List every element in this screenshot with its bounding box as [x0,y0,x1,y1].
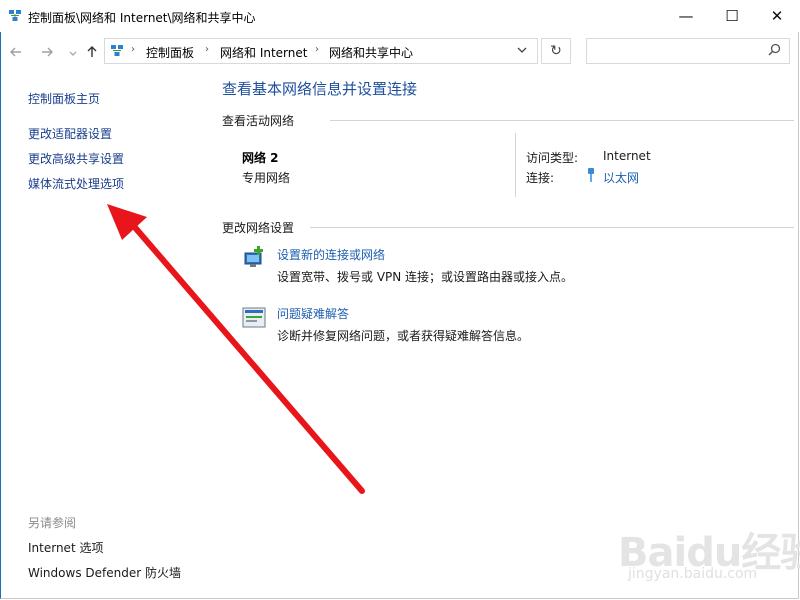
section-divider [310,227,794,228]
troubleshoot-description: 诊断并修复网络问题，或者获得疑难解答信息。 [277,329,530,343]
access-type-label: 访问类型: [526,151,579,165]
refresh-icon: ↻ [550,43,562,59]
breadcrumb-network-internet[interactable]: 网络和 Internet [220,44,307,61]
forward-button[interactable] [40,45,54,62]
watermark-url: jingyan.baidu.com [628,566,758,582]
arrow-left-icon [10,47,21,57]
sidebar-item-media-streaming[interactable]: 媒体流式处理选项 [28,175,124,192]
connection-label: 连接: [526,171,555,185]
access-type-value: Internet [603,149,651,163]
window-title: 控制面板\网络和 Internet\网络和共享中心 [28,11,256,25]
change-settings-heading: 更改网络设置 [222,221,295,235]
chevron-right-icon[interactable]: › [131,44,135,55]
maximize-button[interactable]: ☐ [709,0,755,32]
troubleshoot-icon [242,307,266,328]
chevron-right-icon[interactable]: › [315,44,319,55]
chevron-down-icon [517,47,527,53]
chevron-down-icon [69,51,77,56]
troubleshoot-link[interactable]: 问题疑难解答 [277,305,349,322]
close-button[interactable]: ✕ [754,0,800,32]
search-icon [768,43,781,60]
setup-connection-link[interactable]: 设置新的连接或网络 [277,246,385,263]
breadcrumb-control-panel[interactable]: 控制面板 [146,44,194,61]
address-dropdown-button[interactable] [517,44,527,57]
sidebar-item-advanced-sharing[interactable]: 更改高级共享设置 [28,150,124,167]
page-title: 查看基本网络信息并设置连接 [222,80,418,98]
sidebar-item-adapter-settings[interactable]: 更改适配器设置 [28,125,112,142]
vertical-divider [515,133,516,197]
title-bar[interactable]: 控制面板\网络和 Internet\网络和共享中心 — ☐ ✕ [0,0,800,32]
back-button[interactable] [9,45,23,62]
sidebar-item-home[interactable]: 控制面板主页 [28,90,100,107]
minimize-icon: — [678,7,694,25]
see-also-heading: 另请参阅 [28,516,77,530]
search-input[interactable] [586,38,790,64]
arrow-up-icon [87,46,97,57]
active-networks-heading: 查看活动网络 [222,114,295,128]
network-center-icon [111,45,123,56]
breadcrumb-sharing-center[interactable]: 网络和共享中心 [329,44,413,61]
network-category-link[interactable]: 专用网络 [242,169,290,186]
close-icon: ✕ [770,7,784,25]
ethernet-icon [588,168,594,182]
refresh-button[interactable]: ↻ [541,38,571,64]
chevron-right-icon[interactable]: › [205,44,209,55]
section-divider [330,120,794,121]
setup-connection-description: 设置宽带、拨号或 VPN 连接；或设置路由器或接入点。 [277,270,574,284]
network-center-icon [9,10,21,21]
arrow-right-icon [42,47,53,57]
minimize-button[interactable]: — [663,0,709,32]
network-name: 网络 2 [242,151,279,165]
maximize-icon: ☐ [725,7,739,25]
sidebar-item-internet-options[interactable]: Internet 选项 [28,539,103,556]
recent-locations-button[interactable] [69,48,77,62]
ethernet-connection-link[interactable]: 以太网 [603,169,639,186]
address-bar[interactable]: › 控制面板 › 网络和 Internet › 网络和共享中心 [104,38,538,64]
up-button[interactable] [85,45,99,61]
new-connection-icon [244,246,263,267]
sidebar-item-firewall[interactable]: Windows Defender 防火墙 [28,564,181,581]
